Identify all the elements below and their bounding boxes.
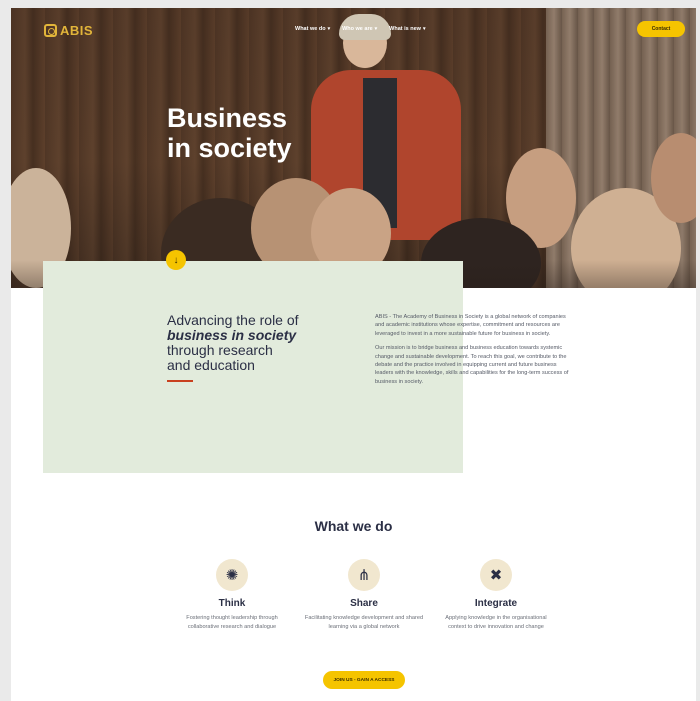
chevron-down-icon: ▾ (422, 26, 426, 32)
network-glyph: ⋔ (357, 567, 371, 584)
feature-think: ✺ Think Fostering thought leadership thr… (172, 559, 292, 631)
tagline-line-3: through research (167, 342, 273, 358)
about-paragraph-2: Our mission is to bridge business and bu… (375, 345, 569, 385)
hero-speaker-figure (311, 14, 461, 240)
tagline-emphasis: business in society (167, 327, 297, 343)
tools-glyph: ✖ (489, 567, 503, 584)
nav-item-what-is-new[interactable]: What is new ▾ (389, 26, 425, 32)
hero-banner: ABIS What we do ▾ Who we are ▾ What is n… (11, 8, 696, 288)
about-text: ABIS - The Academy of Business in Societ… (375, 313, 575, 386)
hero-title-line-1: Business (167, 103, 288, 133)
network-icon: ⋔ (348, 559, 380, 591)
nav-label: Who we are (342, 26, 373, 32)
hero-title-line-2: in society (167, 133, 292, 163)
nav-item-what-we-do[interactable]: What we do ▾ (295, 26, 330, 32)
intro-tagline: Advancing the role of business in societ… (167, 313, 367, 373)
arrow-down-icon: ↓ (173, 254, 179, 266)
nav-label: What is new (389, 26, 421, 32)
lightbulb-glyph: ✺ (225, 567, 239, 584)
main-nav: What we do ▾ Who we are ▾ What is new ▾ (295, 26, 425, 32)
feature-description: Applying knowledge in the organisational… (445, 615, 547, 630)
chevron-down-icon: ▾ (327, 26, 331, 32)
feature-description: Facilitating knowledge development and s… (304, 615, 424, 630)
feature-title: Integrate (474, 598, 518, 609)
feature-title: Think (218, 598, 246, 609)
feature-share: ⋔ Share Facilitating knowledge developme… (304, 559, 424, 631)
join-us-button[interactable]: JOIN US - GAIN A ACCESS (323, 671, 405, 689)
tools-icon: ✖ (480, 559, 512, 591)
lightbulb-icon: ✺ (216, 559, 248, 591)
feature-integrate: ✖ Integrate Applying knowledge in the or… (436, 559, 556, 631)
feature-title: Share (350, 598, 378, 609)
contact-button[interactable]: Contact (637, 21, 685, 37)
tagline-line-1: Advancing the role of (167, 312, 299, 328)
scroll-down-button[interactable]: ↓ (166, 250, 186, 270)
what-we-do-title: What we do (314, 518, 393, 534)
tagline-divider (167, 380, 193, 382)
about-paragraph-1: ABIS - The Academy of Business in Societ… (375, 314, 566, 337)
chevron-down-icon: ▾ (374, 26, 378, 32)
abis-logo-icon (44, 24, 57, 37)
nav-label: What we do (295, 26, 326, 32)
feature-description: Fostering thought leadership through col… (186, 615, 278, 630)
hero-title: Business in society (167, 103, 292, 163)
abis-logo[interactable]: ABIS (44, 23, 93, 38)
tagline-line-4: and education (167, 357, 255, 373)
nav-item-who-we-are[interactable]: Who we are ▾ (342, 26, 377, 32)
abis-logo-text: ABIS (60, 23, 94, 38)
page-frame: ABIS What we do ▾ Who we are ▾ What is n… (11, 8, 696, 701)
